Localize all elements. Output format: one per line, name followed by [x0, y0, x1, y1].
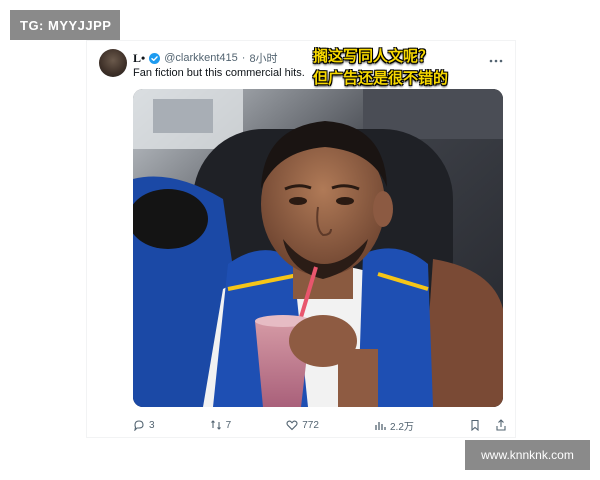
heart-icon: [286, 420, 298, 431]
reply-count: 3: [149, 419, 155, 431]
corner-tag: TG: MYYJJPP: [10, 10, 120, 40]
retweet-icon: [210, 420, 221, 430]
tweet-card[interactable]: L• @clarkkent415 · 8小时 Fan fiction but t…: [86, 40, 516, 438]
brand-mark: L•: [133, 50, 146, 65]
share-button[interactable]: [495, 419, 507, 431]
like-button[interactable]: 772: [286, 419, 319, 431]
like-count: 772: [302, 419, 319, 431]
reply-icon: [134, 420, 144, 431]
reply-button[interactable]: 3: [133, 419, 155, 431]
views-button[interactable]: 2.2万: [374, 418, 414, 433]
tweet-photo[interactable]: [133, 89, 503, 407]
retweet-button[interactable]: 7: [210, 419, 232, 431]
analytics-icon: [375, 422, 386, 430]
tweet-actions: 3 7 772 2.2万: [133, 417, 507, 433]
tweet-header: L• @clarkkent415 · 8小时: [133, 50, 278, 66]
author-handle[interactable]: @clarkkent415: [164, 52, 238, 64]
bookmark-icon: [471, 419, 479, 431]
retweet-count: 7: [225, 419, 232, 431]
view-count: 2.2万: [390, 421, 414, 433]
tweet-text: Fan fiction but this commercial hits.: [133, 67, 305, 79]
overlay-caption: 搁这写同人文呢？ 但广告还是很不错的: [313, 45, 463, 89]
ellipsis-icon[interactable]: [489, 51, 503, 63]
avatar[interactable]: [99, 49, 127, 77]
caption-line-1: 搁这写同人文呢？: [313, 47, 434, 65]
action-right-group: [469, 419, 507, 431]
bookmark-button[interactable]: [469, 419, 481, 431]
site-watermark: www.knnknk.com: [465, 440, 590, 470]
post-time[interactable]: 8小时: [249, 50, 277, 66]
caption-line-2: 但广告还是很不错的: [313, 69, 449, 87]
meta-separator: ·: [241, 52, 246, 64]
share-icon: [496, 419, 506, 431]
photo-illustration: [133, 89, 503, 407]
verified-badge-icon: [149, 52, 161, 64]
